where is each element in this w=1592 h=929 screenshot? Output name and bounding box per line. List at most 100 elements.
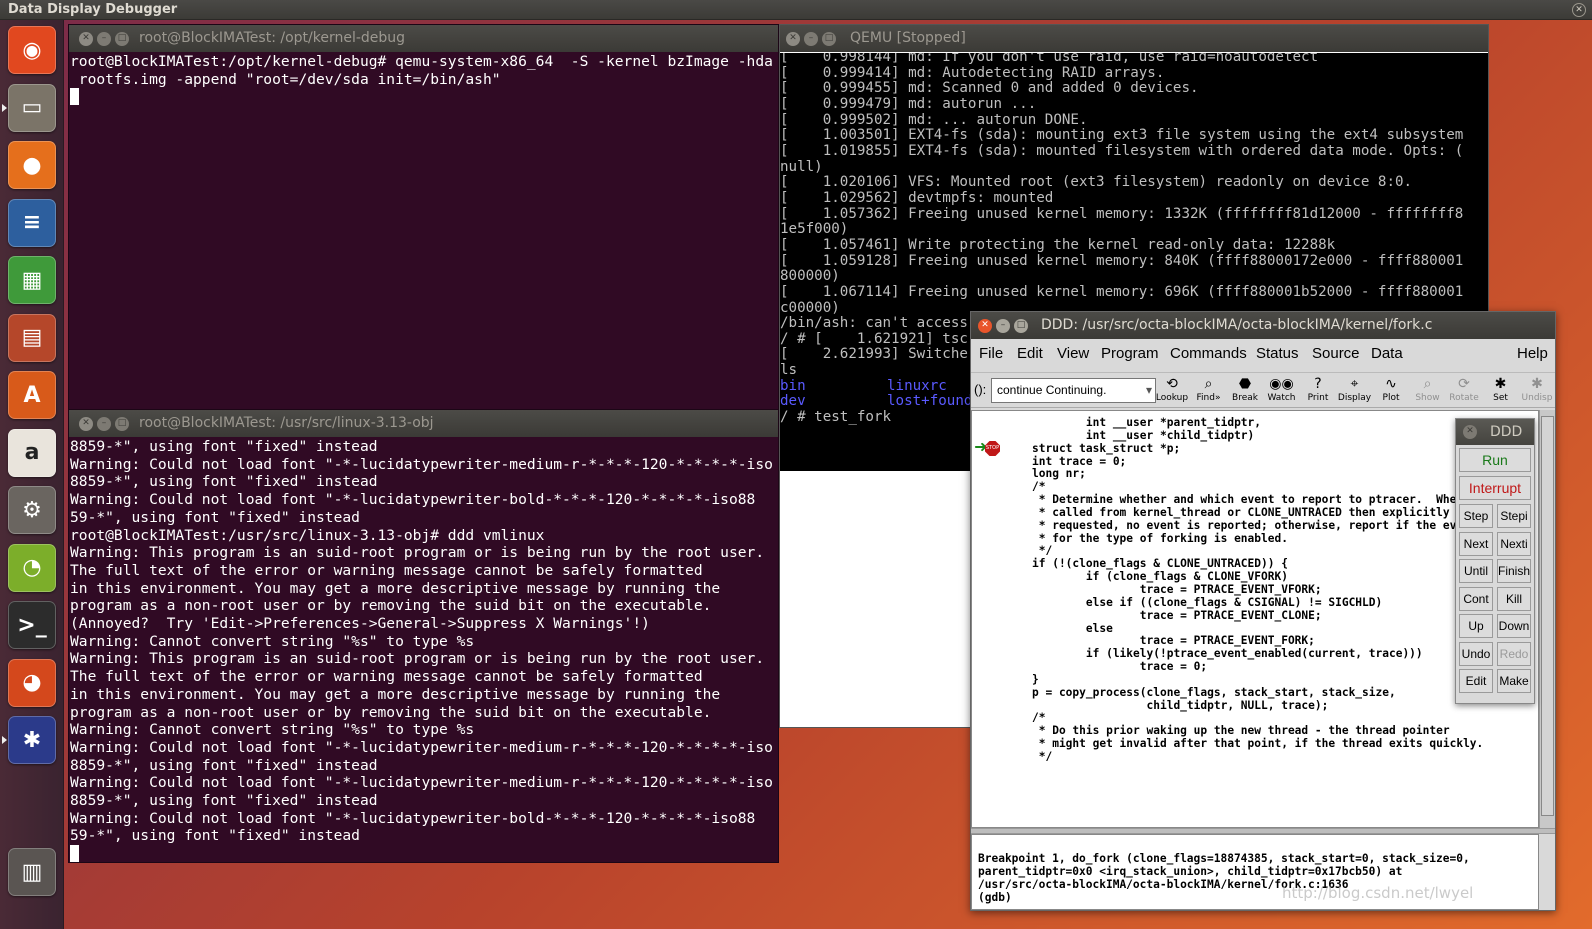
source-scrollbar[interactable]: [1539, 410, 1555, 828]
edit-button[interactable]: Edit: [1459, 669, 1493, 693]
tool-display-button[interactable]: ⌖ Display: [1337, 375, 1373, 407]
ls-entry: dev: [780, 393, 806, 410]
command-tool-title: DDD: [1490, 424, 1523, 440]
cont-button[interactable]: Cont: [1459, 586, 1493, 611]
minimize-icon[interactable]: –: [97, 417, 111, 431]
text-line: in this environment. You may get a more …: [70, 685, 721, 703]
menu-bar: File Edit View Program Commands Status S…: [971, 340, 1555, 369]
ubuntu-dash-icon[interactable]: ◉: [8, 26, 56, 74]
scrollbar-thumb[interactable]: [1541, 416, 1554, 816]
software-center-icon[interactable]: A: [8, 371, 56, 419]
menu-source[interactable]: Source: [1312, 345, 1360, 362]
terminal-output[interactable]: 8859-*", using font "fixed" instead Warni…: [70, 438, 778, 862]
text-line: trace = PTRACE_EVENT_VFORK;: [1032, 582, 1322, 596]
redo-button[interactable]: Redo: [1497, 641, 1531, 666]
window-titlebar[interactable]: ✕ – □ root@BlockIMATest: /opt/kernel-deb…: [69, 25, 778, 52]
up-button[interactable]: Up: [1459, 614, 1493, 638]
undo-button[interactable]: Undo: [1459, 641, 1493, 666]
rotate-icon: ⟳: [1458, 376, 1470, 392]
command-tool[interactable]: ✕ DDD Run Interrupt Step Stepi Next Nexti Un…: [1455, 418, 1535, 704]
menu-view[interactable]: View: [1057, 345, 1089, 362]
maximize-icon[interactable]: □: [822, 32, 836, 46]
kill-button[interactable]: Kill: [1497, 586, 1531, 611]
close-icon[interactable]: ✕: [79, 417, 93, 431]
cursor-line: [70, 88, 773, 106]
ddd-bug-icon[interactable]: ✱: [8, 716, 56, 764]
calc-icon[interactable]: ▦: [8, 256, 56, 304]
menu-file[interactable]: File: [979, 345, 1003, 362]
window-title: QEMU [Stopped]: [850, 30, 966, 46]
tool-print-button[interactable]: ? Print: [1300, 375, 1336, 407]
text-line: Warning: This program is an suid-root pr…: [70, 544, 765, 562]
tool-break-button[interactable]: ⬣ Break: [1227, 375, 1263, 407]
writer-icon[interactable]: ≡: [8, 198, 56, 247]
terminal-output[interactable]: root@BlockIMATest:/opt/kernel-debug# qem…: [70, 53, 778, 410]
files-icon[interactable]: ▭: [8, 83, 56, 132]
text-line: [ 1.057461] Write protecting the kernel …: [780, 236, 1336, 253]
menu-commands[interactable]: Commands: [1170, 345, 1247, 362]
firefox-icon[interactable]: ●: [8, 141, 56, 189]
system-settings-icon[interactable]: ⚙: [8, 486, 56, 534]
close-icon[interactable]: ✕: [786, 32, 800, 46]
terminal-window-linux-obj[interactable]: ✕ – □ root@BlockIMATest: /usr/src/linux-…: [68, 409, 779, 863]
minimize-icon[interactable]: –: [996, 319, 1010, 333]
tool-label: Show: [1415, 393, 1440, 403]
tool-rotate-button[interactable]: ⟳ Rotate: [1446, 375, 1482, 407]
menu-edit[interactable]: Edit: [1017, 345, 1043, 362]
amazon-icon[interactable]: a: [8, 428, 56, 477]
step-button[interactable]: Step: [1459, 504, 1493, 528]
window-titlebar[interactable]: ✕ – □ DDD: /usr/src/octa-blockIMA/octa-b…: [971, 312, 1555, 339]
terminal-text: root@BlockIMATest:/opt/kernel-debug# qem…: [70, 53, 773, 106]
maximize-icon[interactable]: □: [1014, 319, 1028, 333]
tool-label: Plot: [1382, 393, 1400, 403]
argument-dropdown-icon[interactable]: ▾: [1146, 379, 1152, 401]
window-titlebar[interactable]: ✕ – □ root@BlockIMATest: /usr/src/linux-…: [69, 410, 778, 437]
close-icon[interactable]: ✕: [978, 319, 992, 333]
next-button[interactable]: Next: [1459, 531, 1493, 556]
window-titlebar[interactable]: ✕ – □ QEMU [Stopped]: [780, 25, 1488, 52]
tool-show-button[interactable]: ⌕ Show: [1410, 375, 1446, 407]
print-icon: ?: [1314, 376, 1322, 392]
tool-lookup-button[interactable]: ⟲ Lookup: [1154, 375, 1190, 407]
impress-icon[interactable]: ▤: [8, 313, 56, 362]
menu-status[interactable]: Status: [1256, 345, 1299, 362]
tool-set-button[interactable]: ✱ Set: [1483, 375, 1519, 407]
ide-icon[interactable]: ◔: [8, 543, 56, 592]
maximize-icon[interactable]: □: [115, 32, 129, 46]
stepi-button[interactable]: Stepi: [1497, 504, 1531, 528]
trash-icon[interactable]: ▥: [8, 848, 56, 896]
finish-button[interactable]: Finish: [1497, 559, 1531, 583]
source-window[interactable]: ➜ STOP int __user *parent_tidptr, int __…: [971, 410, 1539, 828]
menu-help[interactable]: Help: [1517, 345, 1548, 362]
down-button[interactable]: Down: [1497, 614, 1531, 638]
text-line: trace = 0;: [1032, 660, 1208, 674]
minimize-icon[interactable]: –: [804, 32, 818, 46]
panel-close-icon[interactable]: ✕: [1572, 3, 1586, 17]
command-tool-titlebar[interactable]: ✕ DDD: [1456, 419, 1534, 445]
terminal-window-kernel-debug[interactable]: ✕ – □ root@BlockIMATest: /opt/kernel-deb…: [68, 24, 779, 411]
nexti-button[interactable]: Nexti: [1497, 531, 1531, 556]
menu-data[interactable]: Data: [1371, 345, 1403, 362]
breakpoint-stop-icon[interactable]: STOP: [985, 441, 1000, 456]
tool-watch-button[interactable]: ◉◉ Watch: [1264, 375, 1300, 407]
close-icon[interactable]: ✕: [79, 32, 93, 46]
close-icon[interactable]: ✕: [1463, 425, 1477, 439]
tool-plot-button[interactable]: ∿ Plot: [1373, 375, 1409, 407]
until-button[interactable]: Until: [1459, 559, 1493, 583]
argument-field[interactable]: continue Continuing. ▾: [991, 378, 1156, 403]
text-line: else if ((clone_flags & CSIGNAL) != SIGC…: [1032, 595, 1383, 609]
show-icon: ⌕: [1423, 376, 1432, 392]
terminal-icon[interactable]: >_: [8, 601, 56, 649]
text-line: 1e5f000): [780, 221, 849, 238]
make-button[interactable]: Make: [1497, 669, 1531, 693]
interrupt-button[interactable]: Interrupt: [1459, 476, 1531, 500]
text-line: * Determine whether and which event to r…: [1032, 493, 1464, 507]
tool-label: Rotate: [1449, 393, 1479, 403]
menu-program[interactable]: Program: [1101, 345, 1159, 362]
tool-find-button[interactable]: ⌕ Find»: [1191, 375, 1227, 407]
minimize-icon[interactable]: –: [97, 32, 111, 46]
tool-undisp-button[interactable]: ✱ Undisp: [1519, 375, 1555, 407]
run-button[interactable]: Run: [1459, 448, 1531, 472]
parrot-icon[interactable]: ◕: [8, 658, 56, 707]
maximize-icon[interactable]: □: [115, 417, 129, 431]
